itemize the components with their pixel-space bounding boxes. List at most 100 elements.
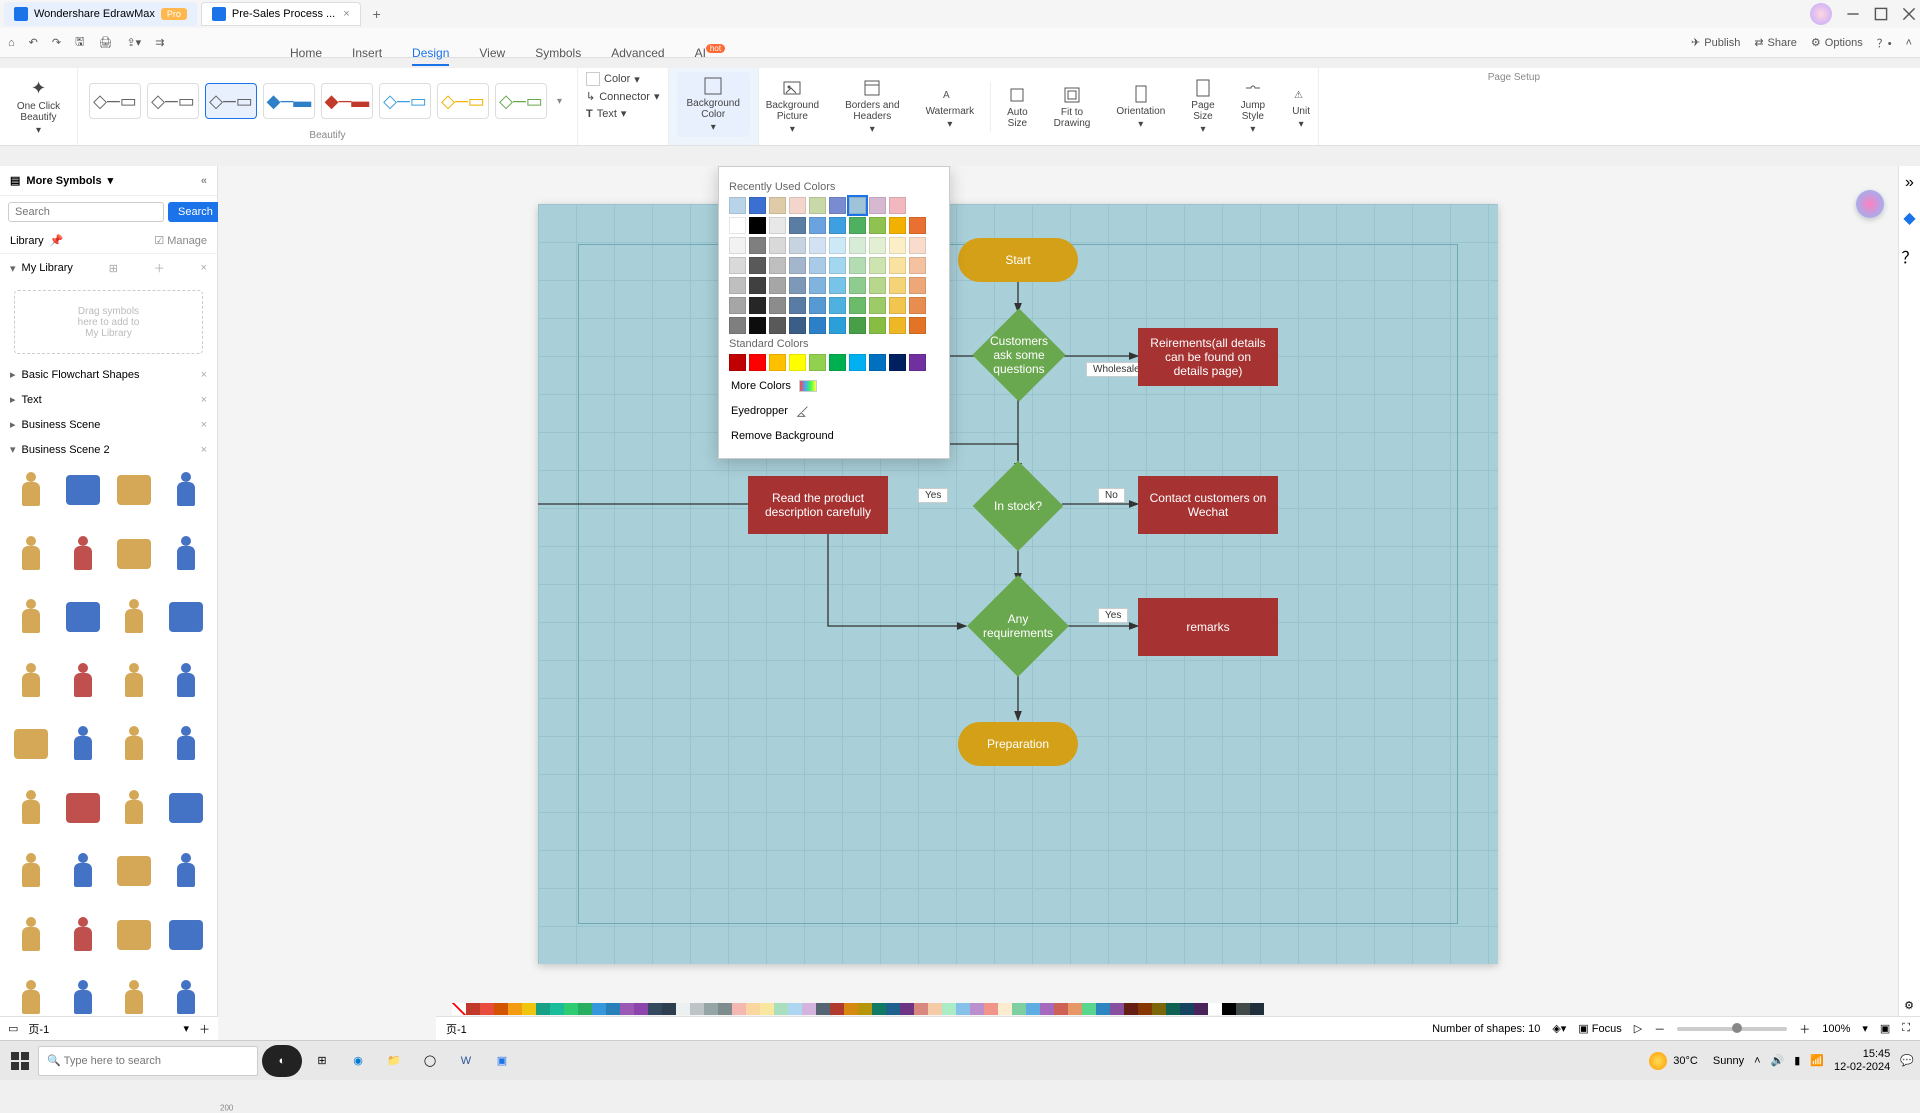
- menu-ai[interactable]: AIhot: [695, 46, 725, 66]
- page[interactable]: Start Customers ask some questions Whole…: [538, 204, 1498, 964]
- section-text[interactable]: ▸Text×: [0, 387, 217, 412]
- palette-swatch[interactable]: [956, 1003, 970, 1015]
- palette-swatch[interactable]: [1012, 1003, 1026, 1015]
- palette-swatch[interactable]: [1138, 1003, 1152, 1015]
- theme-text-button[interactable]: TText▾: [586, 107, 660, 120]
- color-swatch[interactable]: [769, 217, 786, 234]
- color-swatch[interactable]: [849, 297, 866, 314]
- presentation-icon[interactable]: ▷: [1634, 1022, 1642, 1035]
- menu-view[interactable]: View: [479, 46, 505, 66]
- palette-swatch[interactable]: [970, 1003, 984, 1015]
- palette-swatch[interactable]: [928, 1003, 942, 1015]
- palette-swatch[interactable]: [732, 1003, 746, 1015]
- weather-widget[interactable]: 30°C Sunny: [1649, 1052, 1744, 1070]
- color-swatch[interactable]: [729, 317, 746, 334]
- symbol-thumb[interactable]: [163, 532, 209, 576]
- symbol-thumb[interactable]: [163, 468, 209, 512]
- eyedropper-button[interactable]: Eyedropper: [729, 398, 939, 424]
- palette-swatch[interactable]: [1250, 1003, 1264, 1015]
- palette-swatch[interactable]: [760, 1003, 774, 1015]
- tray-volume-icon[interactable]: 🔊: [1771, 1054, 1785, 1067]
- palette-swatch[interactable]: [564, 1003, 578, 1015]
- undo-icon[interactable]: ↶: [29, 36, 38, 49]
- style-preset-4[interactable]: ◆─▬: [263, 83, 315, 119]
- symbol-search-input[interactable]: [8, 202, 164, 222]
- palette-swatch[interactable]: [522, 1003, 536, 1015]
- color-swatch[interactable]: [789, 277, 806, 294]
- palette-swatch[interactable]: [1222, 1003, 1236, 1015]
- color-swatch[interactable]: [909, 354, 926, 371]
- palette-swatch[interactable]: [1124, 1003, 1138, 1015]
- palette-swatch[interactable]: [550, 1003, 564, 1015]
- borders-headers-button[interactable]: Borders and Headers▾: [835, 74, 909, 139]
- palette-swatch[interactable]: [942, 1003, 956, 1015]
- color-swatch[interactable]: [889, 217, 906, 234]
- style-preset-5[interactable]: ◆─▬: [321, 83, 373, 119]
- color-swatch[interactable]: [869, 197, 886, 214]
- palette-swatch[interactable]: [634, 1003, 648, 1015]
- symbol-thumb[interactable]: [60, 976, 106, 1020]
- palette-swatch[interactable]: [480, 1003, 494, 1015]
- color-swatch[interactable]: [729, 354, 746, 371]
- symbol-thumb[interactable]: [112, 659, 158, 703]
- word-icon[interactable]: W: [450, 1045, 482, 1077]
- color-swatch[interactable]: [909, 237, 926, 254]
- section-basic-flowchart[interactable]: ▸Basic Flowchart Shapes×: [0, 362, 217, 387]
- one-click-beautify-button[interactable]: ✦One Click Beautify▾: [17, 78, 60, 136]
- palette-swatch[interactable]: [718, 1003, 732, 1015]
- symbol-thumb[interactable]: [112, 595, 158, 639]
- symbol-thumb[interactable]: [112, 786, 158, 830]
- redo-icon[interactable]: ↷: [52, 36, 61, 49]
- color-swatch[interactable]: [829, 317, 846, 334]
- share-button[interactable]: ⇄Share: [1754, 36, 1797, 49]
- node-requirements-details[interactable]: Reirements(all details can be found on d…: [1138, 328, 1278, 386]
- fullscreen-icon[interactable]: ⛶: [1902, 1022, 1910, 1035]
- symbol-thumb[interactable]: [163, 595, 209, 639]
- color-swatch[interactable]: [729, 217, 746, 234]
- symbol-search-button[interactable]: Search: [168, 202, 223, 222]
- color-swatch[interactable]: [869, 217, 886, 234]
- user-avatar[interactable]: [1810, 3, 1832, 25]
- palette-swatch[interactable]: [466, 1003, 480, 1015]
- color-swatch[interactable]: [809, 297, 826, 314]
- color-swatch[interactable]: [769, 354, 786, 371]
- symbol-thumb[interactable]: [60, 532, 106, 576]
- color-swatch[interactable]: [749, 297, 766, 314]
- palette-swatch[interactable]: [788, 1003, 802, 1015]
- focus-toggle[interactable]: ▣ Focus: [1578, 1022, 1621, 1035]
- menu-home[interactable]: Home: [290, 46, 322, 66]
- palette-swatch[interactable]: [508, 1003, 522, 1015]
- palette-swatch[interactable]: [578, 1003, 592, 1015]
- color-swatch[interactable]: [849, 197, 866, 214]
- orientation-button[interactable]: Orientation▾: [1106, 80, 1175, 134]
- color-swatch[interactable]: [789, 237, 806, 254]
- edrawmax-taskbar-icon[interactable]: ▣: [486, 1045, 518, 1077]
- no-fill-swatch[interactable]: [452, 1003, 466, 1015]
- explorer-icon[interactable]: 📁: [378, 1045, 410, 1077]
- color-swatch[interactable]: [769, 197, 786, 214]
- zoom-slider[interactable]: [1677, 1027, 1787, 1031]
- zoom-level[interactable]: 100%: [1822, 1023, 1850, 1035]
- symbol-thumb[interactable]: [112, 913, 158, 957]
- palette-swatch[interactable]: [774, 1003, 788, 1015]
- palette-swatch[interactable]: [886, 1003, 900, 1015]
- color-swatch[interactable]: [869, 237, 886, 254]
- symbol-thumb[interactable]: [8, 468, 54, 512]
- taskbar-clock[interactable]: 15:4512-02-2024: [1834, 1048, 1890, 1072]
- style-preset-7[interactable]: ◇─▭: [437, 83, 489, 119]
- color-swatch[interactable]: [849, 217, 866, 234]
- symbol-thumb[interactable]: [8, 913, 54, 957]
- style-preset-8[interactable]: ◇─▭: [495, 83, 547, 119]
- color-swatch[interactable]: [889, 257, 906, 274]
- palette-swatch[interactable]: [1054, 1003, 1068, 1015]
- color-swatch[interactable]: [809, 354, 826, 371]
- color-swatch[interactable]: [729, 277, 746, 294]
- symbol-thumb[interactable]: [60, 849, 106, 893]
- section-business-scene-2[interactable]: ▾Business Scene 2×: [0, 437, 217, 462]
- right-help-icon[interactable]: ？: [1901, 244, 1917, 268]
- color-swatch[interactable]: [849, 354, 866, 371]
- palette-swatch[interactable]: [1208, 1003, 1222, 1015]
- close-window-icon[interactable]: [1902, 7, 1916, 21]
- node-contact-wechat[interactable]: Contact customers on Wechat: [1138, 476, 1278, 534]
- color-swatch[interactable]: [889, 277, 906, 294]
